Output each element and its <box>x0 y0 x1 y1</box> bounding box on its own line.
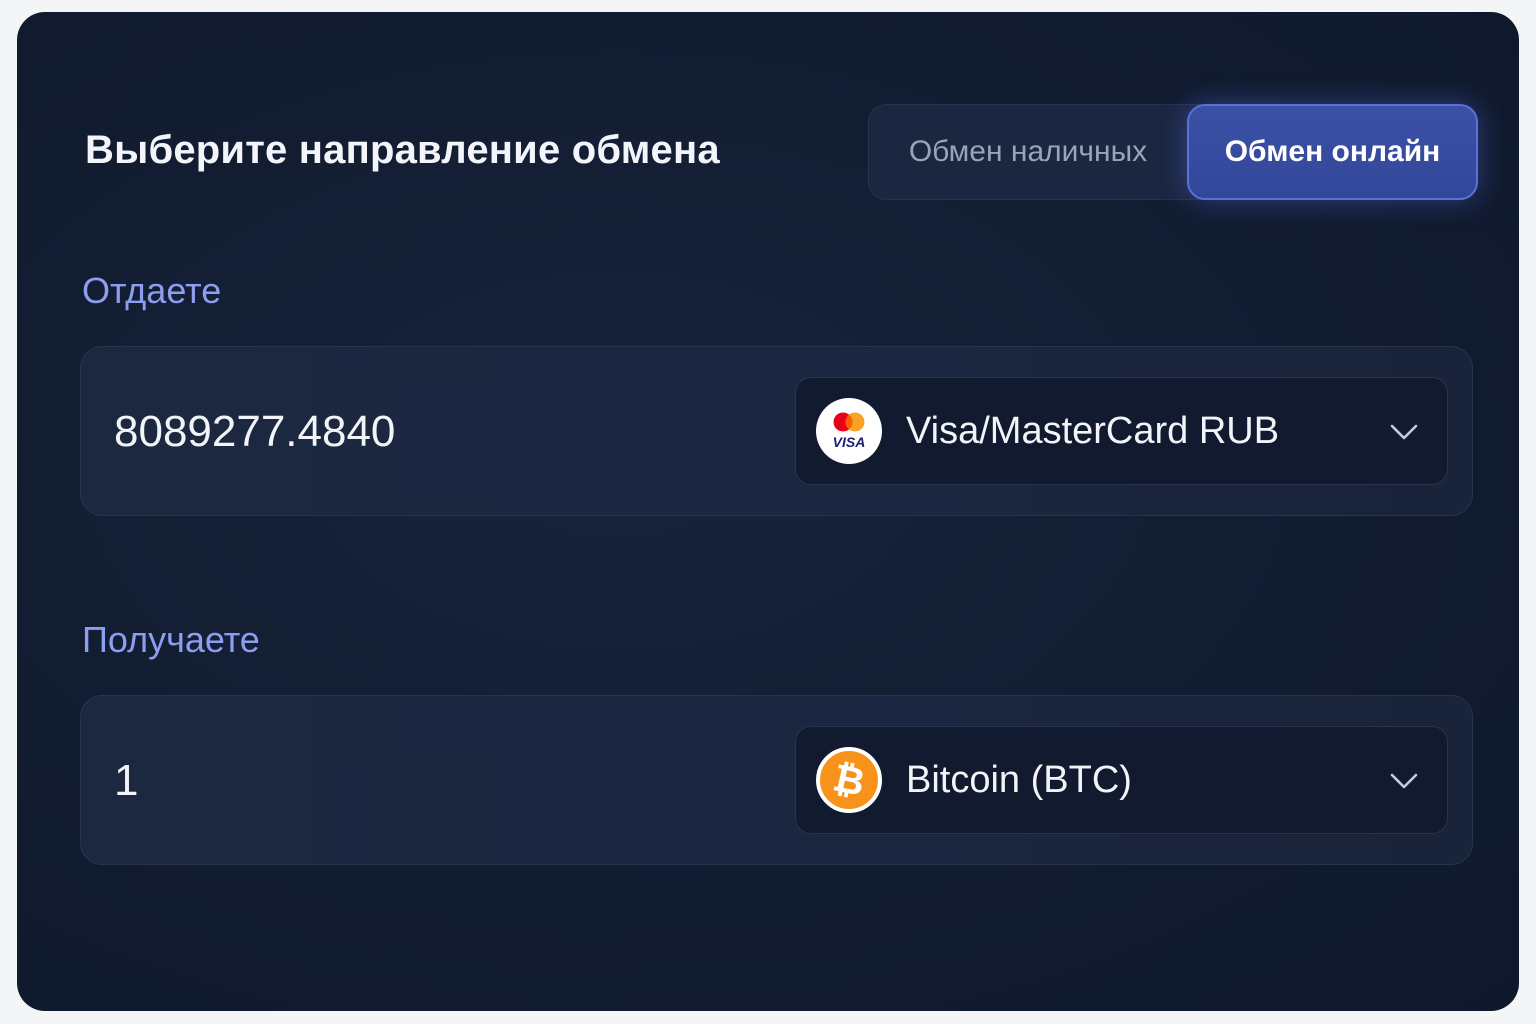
chevron-down-icon <box>1390 773 1418 789</box>
receive-amount-input[interactable] <box>114 746 754 816</box>
svg-text:VISA: VISA <box>833 434 866 450</box>
exchange-mode-toggle: Обмен наличных Обмен онлайн <box>868 104 1478 200</box>
give-amount-input[interactable] <box>114 397 754 467</box>
give-panel: VISA Visa/MasterCard RUB <box>80 346 1473 516</box>
bitcoin-icon: ₿ <box>816 747 882 813</box>
chevron-down-icon <box>1390 424 1418 440</box>
tab-cash-exchange[interactable]: Обмен наличных <box>869 104 1187 200</box>
exchange-card: Выберите направление обмена Обмен наличн… <box>17 12 1519 1011</box>
give-currency-name: Visa/MasterCard RUB <box>906 409 1280 452</box>
receive-panel: ₿ Bitcoin (BTC) <box>80 695 1473 865</box>
receive-label: Получаете <box>82 619 260 660</box>
give-currency-select[interactable]: VISA Visa/MasterCard RUB <box>795 377 1448 485</box>
visa-mastercard-icon: VISA <box>816 398 882 464</box>
svg-text:₿: ₿ <box>829 755 868 804</box>
page-title: Выберите направление обмена <box>85 128 720 172</box>
receive-currency-name: Bitcoin (BTC) <box>906 758 1132 801</box>
tab-online-exchange[interactable]: Обмен онлайн <box>1187 104 1478 200</box>
give-label: Отдаете <box>82 270 222 311</box>
receive-currency-select[interactable]: ₿ Bitcoin (BTC) <box>795 726 1448 834</box>
